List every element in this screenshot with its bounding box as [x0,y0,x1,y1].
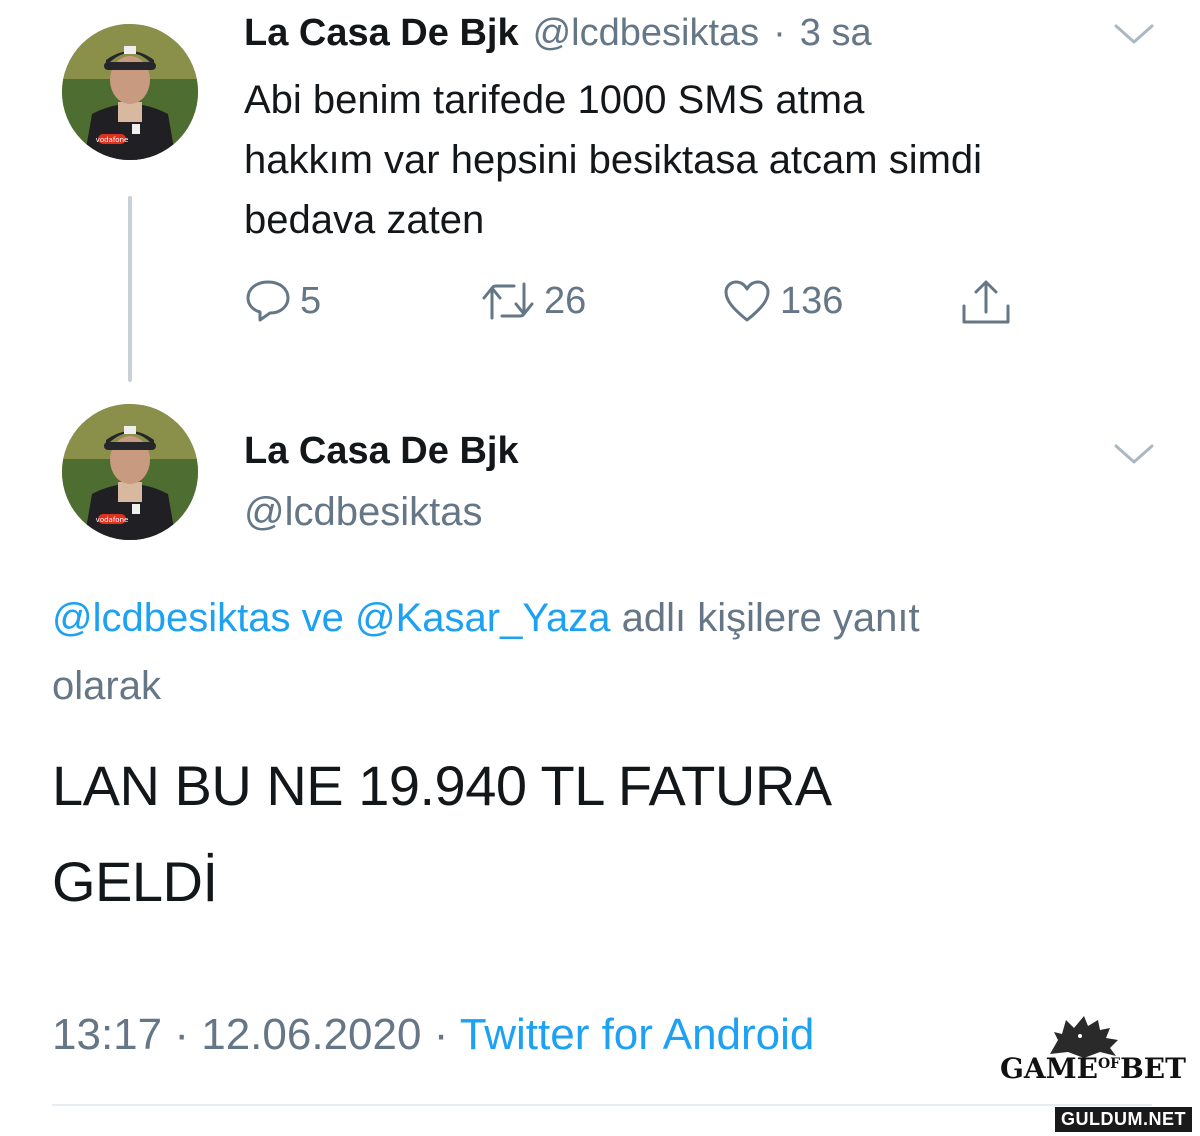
tweet1-header: La Casa De Bjk @lcdbesiktas · 3 sa [244,12,872,55]
tweet-text-line: Abi benim tarifede 1000 SMS atma [244,78,865,122]
author-handle[interactable]: @lcdbesiktas [533,12,760,55]
author-handle[interactable]: @lcdbesiktas [244,490,482,535]
reply-button[interactable]: 5 [244,278,321,324]
chevron-down-icon[interactable] [1112,440,1156,473]
like-icon [722,278,772,324]
reply-count: 5 [300,279,322,322]
tweet-meta: 13:17 · 12.06.2020 · Twitter for Android [52,1010,814,1060]
chevron-down-icon[interactable] [1112,20,1156,53]
reply-suffix: olarak [52,664,161,708]
watermark: GULDUM.NET [1055,1107,1192,1132]
brand-part: GAME [1000,1052,1098,1085]
tweet-time[interactable]: 13:17 [52,1010,162,1059]
avatar[interactable]: vodafone [62,24,198,160]
reply-icon [244,278,292,324]
tweet-text-line: hakkım var hepsini besiktasa atcam simdi [244,138,983,182]
author-name[interactable]: La Casa De Bjk [244,12,519,55]
avatar[interactable]: vodafone [62,404,198,540]
retweet-button[interactable]: 26 [480,278,586,324]
avatar-logo-text: vodafone [96,516,129,524]
mention-link[interactable]: @Kasar_Yaza [355,596,611,640]
like-button[interactable]: 136 [722,278,843,324]
tweet-text: Abi benim tarifede 1000 SMS atma hakkım … [244,70,1164,250]
meta-separator: · [433,1010,449,1059]
reply-context: @lcdbesiktas ve @Kasar_Yaza adlı kişiler… [52,584,1132,720]
tweet-text-line: bedava zaten [244,198,485,242]
reply-connector: ve [301,596,344,640]
share-icon[interactable] [958,276,1014,333]
brand-logo: GAMEOFBET [1000,1052,1186,1085]
tweet-text: LAN BU NE 19.940 TL FATURA GELDİ [52,738,1132,930]
meta-separator: · [174,1010,189,1059]
header-separator: · [773,12,786,54]
reply-suffix: adlı kişilere yanıt [621,596,920,640]
divider [52,1104,1152,1106]
brand-part: BET [1120,1052,1186,1085]
retweet-count: 26 [544,279,587,322]
tweet-time-ago[interactable]: 3 sa [800,12,872,55]
avatar-logo-text: vodafone [96,136,129,144]
author-name[interactable]: La Casa De Bjk [244,430,519,473]
like-count: 136 [780,279,844,322]
brand-part: OF [1097,1056,1121,1072]
tweet-text-line: GELDİ [52,850,218,913]
tweet-date[interactable]: 12.06.2020 [201,1010,421,1059]
thread-connector-line [128,196,132,382]
tweet-text-line: LAN BU NE 19.940 TL FATURA [52,754,832,817]
mention-link[interactable]: @lcdbesiktas [52,596,290,640]
tweet-source-link[interactable]: Twitter for Android [460,1010,815,1059]
retweet-icon [480,278,536,324]
